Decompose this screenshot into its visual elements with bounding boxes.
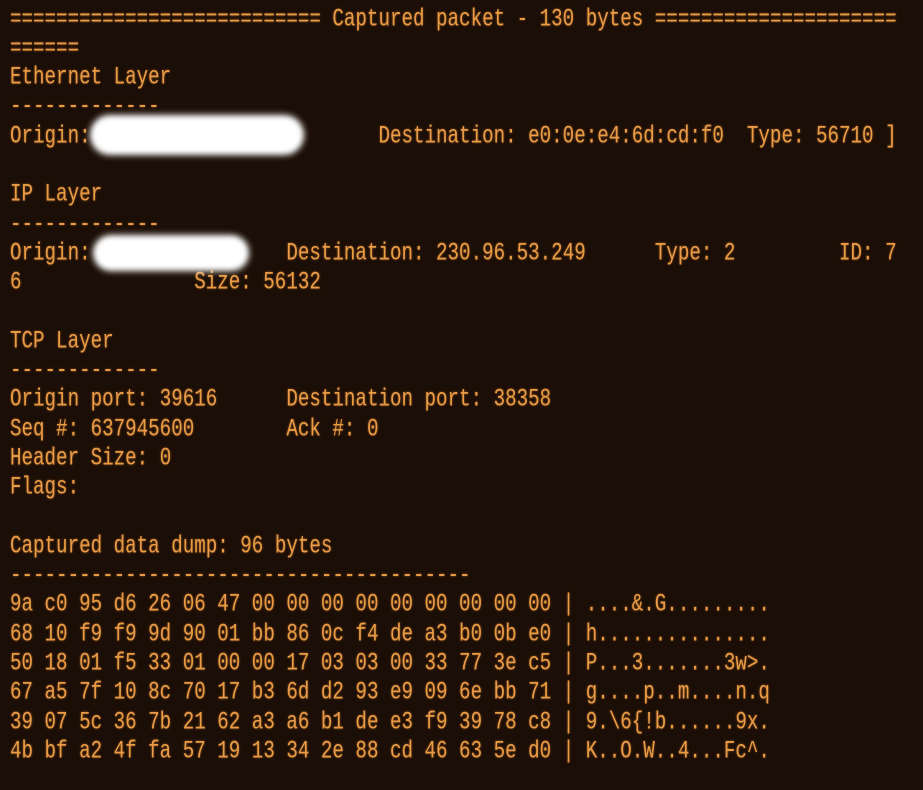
- hex-dump-row: 4b bf a2 4f fa 57 19 13 34 2e 88 cd 46 6…: [10, 733, 900, 771]
- hex-bytes: 4b bf a2 4f fa 57 19 13 34 2e 88 cd 46 6…: [10, 736, 552, 766]
- hex-separator: |: [562, 736, 575, 766]
- ethernet-origin-redaction: [92, 117, 302, 153]
- ascii-bytes: K..O.W..4...Fc^.: [585, 736, 770, 766]
- terminal-window: =========================== Captured pac…: [0, 0, 923, 790]
- ip-origin-redaction: [95, 237, 247, 269]
